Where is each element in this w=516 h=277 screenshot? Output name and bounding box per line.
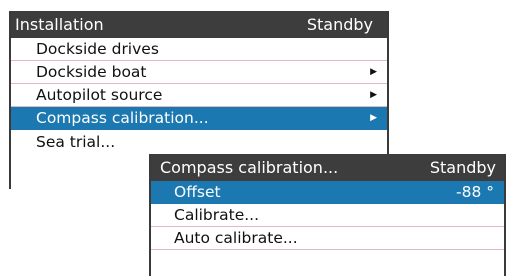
menu-item-offset[interactable]: Offset -88 ° <box>151 181 504 204</box>
submenu-arrow-icon: ▶ <box>370 112 377 123</box>
menu-item-label: Sea trial... <box>36 132 116 151</box>
compass-title: Compass calibration... <box>160 158 339 177</box>
compass-calibration-panel: Compass calibration... Standby Offset -8… <box>149 154 506 276</box>
menu-item-compass-calibration[interactable]: Compass calibration... ▶ <box>11 107 387 130</box>
installation-titlebar: Installation Standby <box>11 11 387 38</box>
menu-item-label: Auto calibrate... <box>174 229 298 247</box>
menu-item-dockside-drives[interactable]: Dockside drives <box>11 38 387 61</box>
menu-item-dockside-boat[interactable]: Dockside boat ▶ <box>11 61 387 84</box>
offset-value: -88 ° <box>456 183 494 201</box>
menu-item-label: Dockside boat <box>36 63 147 81</box>
menu-item-label: Compass calibration... <box>36 109 209 127</box>
menu-item-label: Calibrate... <box>174 206 260 224</box>
menu-item-sea-trial[interactable]: Sea trial... <box>11 130 387 153</box>
submenu-arrow-icon: ▶ <box>370 89 377 100</box>
menu-item-label: Dockside drives <box>36 40 159 58</box>
compass-titlebar: Compass calibration... Standby <box>151 154 504 181</box>
menu-item-auto-calibrate[interactable]: Auto calibrate... <box>151 227 504 250</box>
menu-item-autopilot-source[interactable]: Autopilot source ▶ <box>11 84 387 107</box>
compass-status: Standby <box>429 158 496 177</box>
screen: Installation Standby Dockside drives Doc… <box>0 0 516 277</box>
menu-item-label: Offset <box>174 183 221 201</box>
installation-status: Standby <box>306 15 373 34</box>
submenu-arrow-icon: ▶ <box>370 66 377 77</box>
menu-item-calibrate[interactable]: Calibrate... <box>151 204 504 227</box>
installation-title: Installation <box>15 15 104 34</box>
menu-item-label: Autopilot source <box>36 86 163 104</box>
